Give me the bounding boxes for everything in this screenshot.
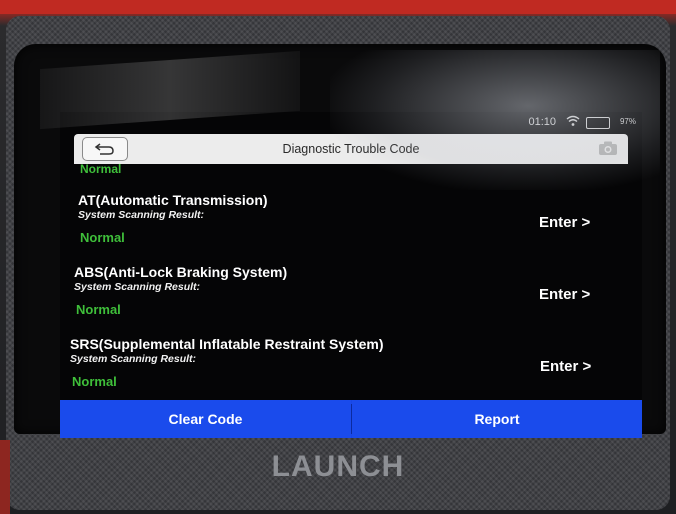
display: 01:10 97% Diagnostic Trouble Code Normal… bbox=[60, 112, 642, 438]
report-button[interactable]: Report bbox=[352, 400, 642, 438]
enter-button-abs[interactable]: Enter > bbox=[539, 286, 590, 303]
device-red-trim bbox=[0, 0, 676, 14]
list-item-subtitle: System Scanning Result: bbox=[70, 353, 197, 365]
list-item-subtitle: System Scanning Result: bbox=[78, 209, 205, 221]
system-list: Normal AT(Automatic Transmission) System… bbox=[60, 162, 642, 400]
status-time: 01:10 bbox=[528, 116, 556, 128]
list-item-status: Normal bbox=[80, 162, 122, 176]
list-item-abs[interactable]: ABS(Anti-Lock Braking System) System Sca… bbox=[74, 264, 642, 334]
device-photo: 01:10 97% Diagnostic Trouble Code Normal… bbox=[0, 0, 676, 514]
list-item-title: SRS(Supplemental Inflatable Restraint Sy… bbox=[70, 336, 384, 352]
brand-logo: LAUNCH bbox=[271, 450, 405, 483]
list-item-status: Normal bbox=[80, 230, 125, 245]
list-item-status: Normal bbox=[72, 374, 117, 389]
list-item-title: ABS(Anti-Lock Braking System) bbox=[74, 264, 288, 280]
battery-percent: 97% bbox=[619, 117, 636, 126]
page-title: Diagnostic Trouble Code bbox=[282, 142, 420, 156]
app-header: Diagnostic Trouble Code bbox=[74, 134, 628, 164]
clear-code-button[interactable]: Clear Code bbox=[60, 400, 351, 438]
wifi-icon bbox=[566, 115, 580, 130]
camera-icon[interactable] bbox=[598, 140, 618, 156]
bottom-action-bar: Clear Code Report bbox=[60, 400, 642, 438]
list-item-title: AT(Automatic Transmission) bbox=[78, 192, 268, 208]
list-item-subtitle: System Scanning Result: bbox=[74, 281, 201, 293]
list-item-at[interactable]: AT(Automatic Transmission) System Scanni… bbox=[78, 192, 642, 262]
enter-button-at[interactable]: Enter > bbox=[539, 214, 590, 231]
enter-button-srs[interactable]: Enter > bbox=[540, 358, 591, 375]
list-item-srs[interactable]: SRS(Supplemental Inflatable Restraint Sy… bbox=[70, 336, 642, 406]
list-item-status: Normal bbox=[76, 302, 121, 317]
status-bar: 01:10 97% bbox=[60, 112, 642, 134]
battery-icon bbox=[586, 117, 610, 129]
